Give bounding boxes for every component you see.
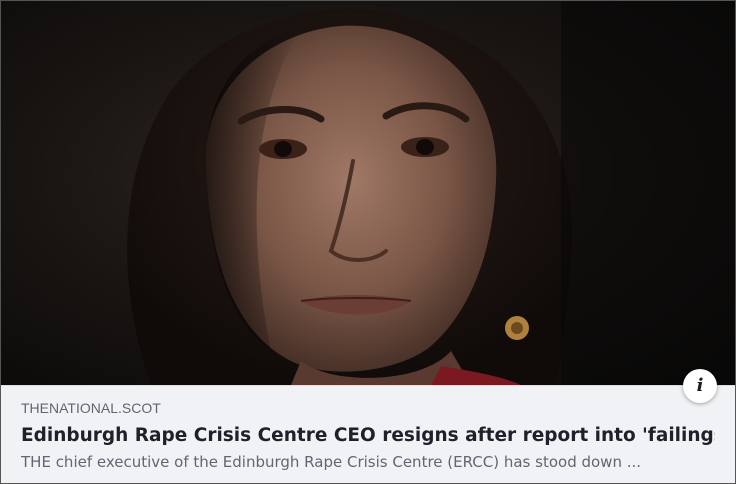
- link-preview-card[interactable]: i THENATIONAL.SCOT Edinburgh Rape Crisis…: [0, 0, 736, 484]
- info-button[interactable]: i: [683, 369, 717, 403]
- link-preview-text[interactable]: THENATIONAL.SCOT Edinburgh Rape Crisis C…: [1, 385, 735, 483]
- article-description: THE chief executive of the Edinburgh Rap…: [21, 453, 642, 471]
- source-domain: THENATIONAL.SCOT: [21, 400, 161, 416]
- preview-image[interactable]: [1, 1, 735, 385]
- info-icon: i: [696, 375, 704, 396]
- article-headline[interactable]: Edinburgh Rape Crisis Centre CEO resigns…: [21, 425, 715, 447]
- portrait-photo: [1, 1, 735, 385]
